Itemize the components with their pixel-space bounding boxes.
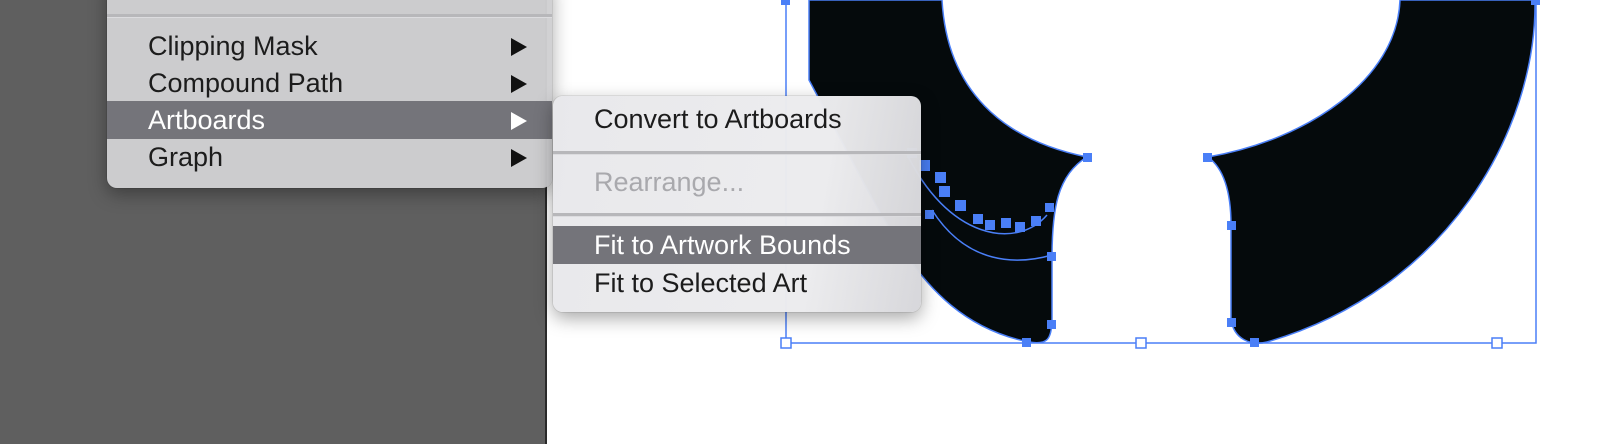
menu-item-label: Rearrange... (594, 166, 745, 197)
menu-item-convert-to-artboards[interactable]: Convert to Artboards (553, 100, 921, 138)
square-anchor-icon[interactable] (1001, 218, 1011, 228)
square-anchor-icon[interactable] (985, 220, 995, 230)
menu-separator (553, 151, 921, 155)
square-anchor-icon[interactable] (1083, 153, 1092, 162)
artwork-shape-right[interactable] (1206, 0, 1536, 344)
menu-item-label: Clipping Mask (148, 30, 318, 61)
square-anchor-icon[interactable] (925, 210, 934, 219)
menu-separator (553, 213, 921, 217)
triangle-right-icon (511, 75, 527, 93)
square-anchor-icon[interactable] (1047, 320, 1056, 329)
square-anchor-icon[interactable] (1015, 222, 1025, 232)
square-anchor-icon[interactable] (1227, 318, 1236, 327)
menu-item-label: Convert to Artboards (594, 103, 842, 134)
menu-separator (107, 14, 552, 18)
square-anchor-icon[interactable] (1045, 203, 1054, 212)
menu-item-fit-to-selected-art[interactable]: Fit to Selected Art (553, 264, 921, 302)
square-anchor-icon[interactable] (1250, 338, 1259, 347)
square-anchor-icon[interactable] (935, 172, 946, 183)
square-anchor-icon[interactable] (939, 186, 950, 197)
menu-item-graph[interactable]: Graph (107, 138, 552, 176)
square-anchor-icon[interactable] (1031, 216, 1041, 226)
menu-item-label: Fit to Artwork Bounds (594, 229, 851, 260)
triangle-right-icon (511, 112, 527, 130)
triangle-right-icon (511, 149, 527, 167)
square-anchor-icon[interactable] (781, 0, 790, 5)
square-anchor-icon[interactable] (1047, 252, 1056, 261)
square-anchor-icon[interactable] (1022, 338, 1031, 347)
square-anchor-icon[interactable] (1531, 0, 1540, 5)
menu-item-rearrange: Rearrange... (553, 163, 921, 201)
square-anchor-icon[interactable] (955, 200, 966, 211)
menu-item-fit-to-artwork-bounds[interactable]: Fit to Artwork Bounds (553, 226, 921, 264)
square-anchor-icon[interactable] (780, 337, 792, 349)
menu-item-compound-path[interactable]: Compound Path (107, 64, 552, 102)
square-anchor-icon[interactable] (1203, 153, 1212, 162)
menu-item-artboards[interactable]: Artboards (107, 101, 552, 139)
square-anchor-icon[interactable] (1227, 221, 1236, 230)
menu-item-label: Artboards (148, 104, 266, 135)
artboards-submenu: Convert to Artboards Rearrange... Fit to… (553, 96, 921, 312)
square-anchor-icon[interactable] (1135, 337, 1147, 349)
menu-item-clipping-mask[interactable]: Clipping Mask (107, 27, 552, 65)
object-menu: Clipping Mask Compound Path Artboards Gr… (107, 0, 552, 188)
menu-item-label: Graph (148, 141, 224, 172)
square-anchor-icon[interactable] (1491, 337, 1503, 349)
menu-item-label: Fit to Selected Art (594, 267, 808, 298)
menu-item-label: Compound Path (148, 67, 344, 98)
triangle-right-icon (511, 38, 527, 56)
square-anchor-icon[interactable] (973, 214, 983, 224)
